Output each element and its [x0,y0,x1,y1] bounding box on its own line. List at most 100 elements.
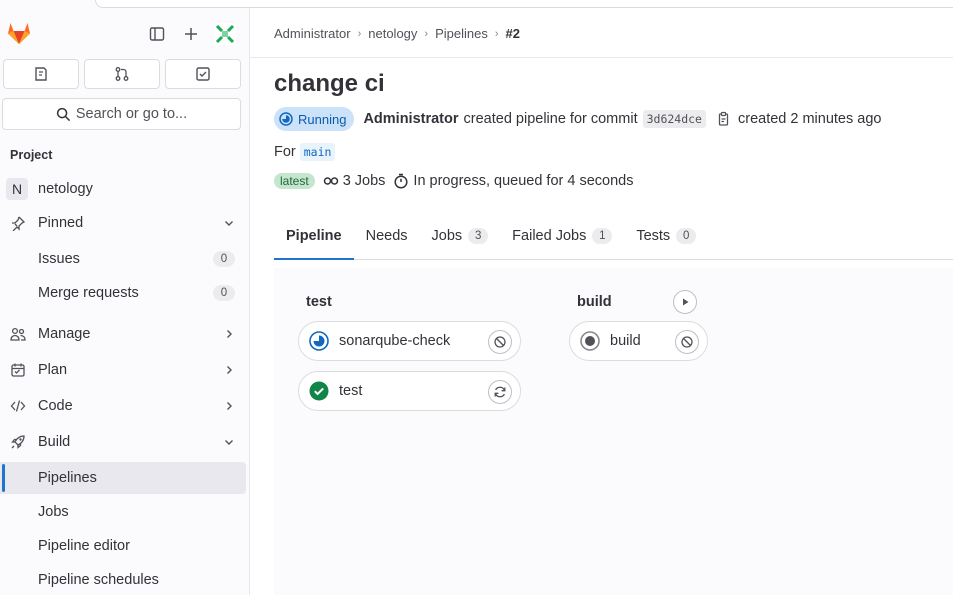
job-test[interactable]: test [298,371,521,411]
users-icon [10,326,26,342]
sidebar-item-label: Pipeline editor [38,538,130,554]
stage-title-build: build [577,294,612,310]
pipeline-tabs: Pipeline Needs Jobs 3 Failed Jobs 1 Test… [274,212,953,260]
jobs-summary: 3 Jobs [323,173,386,189]
tab-label: Pipeline [286,227,342,244]
job-name: sonarqube-check [339,333,451,349]
job-build[interactable]: build [569,321,708,361]
tab-jobs[interactable]: Jobs 3 [420,212,501,259]
sidebar-item-manage[interactable]: Manage [0,318,246,350]
sidebar-item-pipelines[interactable]: Pipelines [0,462,246,494]
merge-requests-button[interactable] [84,59,160,89]
sidebar-item-label: Jobs [38,504,69,520]
breadcrumb-item-pipelines[interactable]: Pipelines [435,26,488,41]
header-divider [250,57,953,58]
cancel-icon [681,336,693,348]
sidebar-toggle-icon [149,27,165,41]
copy-icon[interactable] [715,111,731,127]
breadcrumb-item-administrator[interactable]: Administrator [274,26,351,41]
merge-request-icon [115,67,129,81]
jobs-summary-text: 3 Jobs [342,173,386,189]
planning-icon [10,362,26,378]
breadcrumb-item-project[interactable]: netology [368,26,417,41]
run-stage-button[interactable] [673,290,697,314]
sidebar-item-label: netology [38,181,93,197]
cancel-job-button[interactable] [488,330,512,354]
tab-pipeline[interactable]: Pipeline [274,212,354,260]
code-icon [10,398,26,414]
issues-icon [35,67,47,81]
tab-count-badge: 3 [468,227,489,244]
breadcrumb-separator-icon: › [357,27,362,40]
tab-failed-jobs[interactable]: Failed Jobs 1 [500,212,624,259]
chevron-right-icon [227,402,232,410]
sidebar-item-label: Pipeline schedules [38,572,159,588]
sidebar-item-project[interactable]: N netology [0,173,246,205]
rocket-icon [10,434,26,450]
retry-job-button[interactable] [488,380,512,404]
sidebar-item-code[interactable]: Code [0,390,246,422]
status-success-icon [309,381,329,401]
collapse-sidebar-button[interactable] [144,21,170,47]
plus-icon [185,28,197,40]
top-bar-strip [95,0,953,8]
tab-tests[interactable]: Tests 0 [624,212,708,259]
cancel-job-button[interactable] [675,330,699,354]
sidebar-header [0,0,249,60]
sidebar-item-label: Merge requests [38,285,139,301]
latest-badge: latest [274,173,315,189]
sidebar-item-build[interactable]: Build [0,426,246,458]
sidebar-item-label: Issues [38,251,80,267]
sidebar-item-label: Build [38,434,71,450]
duration-text: In progress, queued for 4 seconds [413,173,634,189]
timer-icon [394,173,408,189]
tab-label: Jobs [431,227,463,244]
merge-requests-count-badge: 0 [213,285,235,301]
sidebar-item-issues[interactable]: Issues 0 [0,243,246,275]
chevron-down-icon [225,221,233,226]
sidebar-item-label: Pipelines [38,470,97,486]
job-name: build [610,333,641,349]
pipeline-summary: latest 3 Jobs In progress, queued for 4 … [274,171,641,191]
sidebar-item-pinned[interactable]: Pinned [0,207,246,239]
search-button[interactable]: Search or go to... [2,98,241,130]
pipeline-ref-line: For main [274,143,336,161]
status-badge-label: Running [298,111,347,127]
create-new-button[interactable] [178,21,204,47]
status-running-icon [309,331,329,351]
for-label: For [274,144,296,160]
breadcrumb-item-current[interactable]: #2 [506,26,520,41]
todo-list-button[interactable] [165,59,241,89]
sidebar-item-jobs[interactable]: Jobs [0,496,246,528]
issues-count-badge: 0 [213,251,235,267]
breadcrumb-separator-icon: › [424,27,429,40]
retry-icon [494,386,506,398]
tab-needs[interactable]: Needs [354,212,420,259]
sidebar-item-label: Manage [38,326,91,342]
sidebar-item-plan[interactable]: Plan [0,354,246,386]
page-title: change ci [274,70,385,97]
tab-label: Failed Jobs [512,227,587,244]
tab-label: Tests [636,227,671,244]
pipeline-author[interactable]: Administrator [363,111,458,127]
duration-summary: In progress, queued for 4 seconds [393,173,633,189]
job-name: test [339,383,363,399]
pipeline-action-text: created pipeline for commit [463,111,638,127]
gitlab-logo-icon[interactable] [6,20,32,46]
sidebar-item-label: Pinned [38,215,84,231]
pipeline-icon [323,177,338,185]
commit-sha[interactable]: 3d624dce [642,110,706,128]
sidebar-item-pipeline-editor[interactable]: Pipeline editor [0,530,246,562]
status-running-icon [279,112,293,126]
play-icon [683,298,689,306]
sidebar-item-merge-requests[interactable]: Merge requests 0 [0,277,246,309]
sidebar-section-title: Project [10,148,53,162]
status-badge[interactable]: Running [274,107,355,131]
branch-ref[interactable]: main [299,143,336,161]
sidebar-item-label: Plan [38,362,68,378]
user-menu-button[interactable] [212,21,238,47]
assigned-issues-button[interactable] [3,59,79,89]
sidebar-item-pipeline-schedules[interactable]: Pipeline schedules [0,564,246,595]
chevron-right-icon [227,366,232,374]
job-sonarqube-check[interactable]: sonarqube-check [298,321,521,361]
